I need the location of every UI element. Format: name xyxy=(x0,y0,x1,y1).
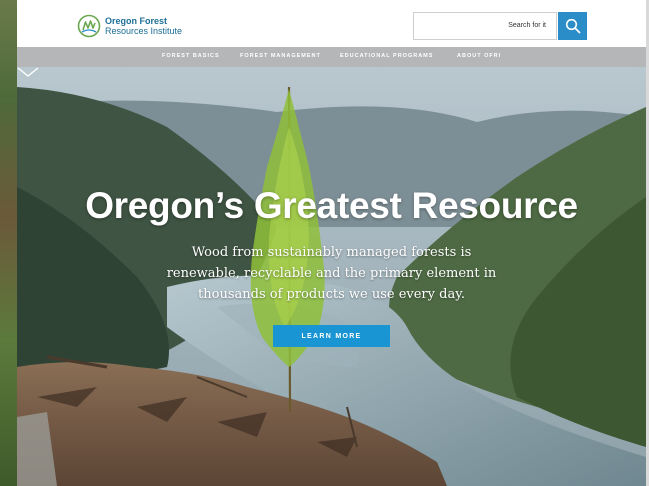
chevron-down-icon[interactable] xyxy=(17,67,39,77)
nav-item-about-ofri[interactable]: ABOUT OFRI xyxy=(457,53,501,59)
hero-title: Oregon’s Greatest Resource xyxy=(85,185,578,226)
browser-page: Oregon Forest Resources Institute Search… xyxy=(0,0,649,486)
search-icon xyxy=(565,18,580,34)
site-logo[interactable]: Oregon Forest Resources Institute xyxy=(77,14,182,38)
logo-wordmark: Oregon Forest Resources Institute xyxy=(105,16,182,36)
nav-item-forest-basics[interactable]: FOREST BASICS xyxy=(162,53,220,59)
nav-item-educational-programs[interactable]: EDUCATIONAL PROGRAMS xyxy=(340,53,433,59)
adjacent-window-strip xyxy=(0,0,17,486)
search-placeholder: Search for it xyxy=(508,22,546,29)
site-header: Oregon Forest Resources Institute Search… xyxy=(17,5,646,47)
search-button[interactable] xyxy=(558,12,587,40)
logo-line1: Oregon Forest xyxy=(105,16,168,26)
main-nav: FOREST BASICS FOREST MANAGEMENT EDUCATIO… xyxy=(17,47,646,67)
hero-banner: Oregon’s Greatest Resource Wood from sus… xyxy=(17,67,646,486)
ofri-logo-icon xyxy=(77,14,101,38)
nav-item-forest-management[interactable]: FOREST MANAGEMENT xyxy=(240,53,321,59)
hero-subtitle: Wood from sustainably managed forests is… xyxy=(166,245,497,302)
logo-line2: Resources Institute xyxy=(105,26,183,36)
search-input[interactable]: Search for it xyxy=(413,12,557,40)
learn-more-button[interactable]: LEARN MORE xyxy=(273,325,390,347)
